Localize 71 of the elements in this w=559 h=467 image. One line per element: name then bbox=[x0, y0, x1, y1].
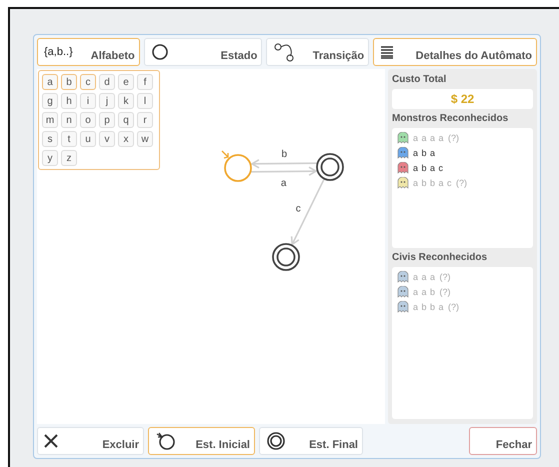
unknown-note: (?) bbox=[448, 302, 460, 312]
letter-key[interactable]: h bbox=[61, 93, 77, 109]
close-button[interactable]: Fechar bbox=[469, 427, 537, 455]
alphabet-button[interactable]: {a,b..} Alfabeto bbox=[37, 38, 140, 66]
initial-button[interactable]: Est. Inicial bbox=[148, 427, 255, 455]
section-title: Custo Total bbox=[392, 74, 448, 85]
unknown-note: (?) bbox=[440, 287, 451, 297]
letter-key[interactable]: l bbox=[137, 93, 153, 109]
transition-arrow bbox=[251, 166, 318, 176]
alphabet-icon: {a,b..} bbox=[44, 46, 73, 58]
word-text: a a b bbox=[413, 287, 436, 297]
word-text: a b a bbox=[413, 148, 436, 158]
unknown-note: (?) bbox=[456, 178, 468, 188]
ghost-icon bbox=[397, 132, 409, 144]
final-state[interactable] bbox=[316, 153, 344, 181]
delete-button[interactable]: Excluir bbox=[37, 427, 144, 455]
letter-key[interactable]: c bbox=[80, 74, 96, 90]
letter-key[interactable]: b bbox=[61, 74, 77, 90]
letter-key[interactable]: a bbox=[42, 74, 58, 90]
transition-label: b bbox=[282, 149, 288, 160]
word-text: a a a a bbox=[413, 133, 444, 143]
word-text: a a a bbox=[413, 272, 436, 282]
letter-key[interactable]: x bbox=[118, 131, 134, 147]
letter-key[interactable]: g bbox=[42, 93, 58, 109]
final-button[interactable]: Est. Final bbox=[259, 427, 363, 455]
letter-key[interactable]: t bbox=[61, 131, 77, 147]
letter-key[interactable]: e bbox=[118, 74, 134, 90]
letter-key[interactable]: o bbox=[80, 112, 96, 128]
letter-key[interactable]: f bbox=[137, 74, 153, 90]
letter-key[interactable]: v bbox=[99, 131, 115, 147]
letter-key[interactable]: d bbox=[99, 74, 115, 90]
cost-value: $ 22 bbox=[392, 89, 533, 109]
letter-key[interactable]: q bbox=[118, 112, 134, 128]
transition-arrow bbox=[250, 159, 317, 168]
letter-key[interactable]: m bbox=[42, 112, 58, 128]
state-button[interactable]: Estado bbox=[144, 38, 262, 66]
double-circle-icon bbox=[266, 431, 286, 451]
unknown-note: (?) bbox=[448, 133, 460, 143]
initial-state-icon bbox=[155, 431, 177, 451]
letter-key[interactable]: y bbox=[42, 150, 58, 166]
section-title: Monstros Reconhecidos bbox=[392, 113, 510, 124]
list-icon bbox=[380, 45, 394, 59]
word-text: a b a c bbox=[413, 163, 444, 173]
details-button[interactable]: Detalhes do Autômato bbox=[373, 38, 537, 66]
letter-key[interactable]: z bbox=[61, 150, 77, 166]
letter-key[interactable]: j bbox=[99, 93, 115, 109]
close-icon bbox=[44, 434, 58, 448]
circle-icon bbox=[150, 43, 169, 61]
ghost-icon bbox=[397, 301, 409, 313]
ghost-icon bbox=[397, 271, 409, 283]
ghost-icon bbox=[397, 162, 409, 174]
letter-key[interactable]: i bbox=[80, 93, 96, 109]
letter-key[interactable]: k bbox=[118, 93, 134, 109]
letter-key[interactable]: r bbox=[137, 112, 153, 128]
ghost-icon bbox=[397, 147, 409, 159]
final-state[interactable] bbox=[272, 243, 300, 271]
section-title: Civis Reconhecidos bbox=[392, 252, 488, 263]
transition-button[interactable]: Transição bbox=[266, 38, 370, 66]
letter-key[interactable]: w bbox=[137, 131, 153, 147]
transition-arrow bbox=[290, 178, 325, 246]
letter-key[interactable]: n bbox=[61, 112, 77, 128]
transition-label: a bbox=[280, 178, 286, 189]
unknown-note: (?) bbox=[440, 272, 451, 282]
letter-key[interactable]: s bbox=[42, 131, 58, 147]
letter-key[interactable]: u bbox=[80, 131, 96, 147]
letter-key[interactable]: p bbox=[99, 112, 115, 128]
ghost-icon bbox=[397, 286, 409, 298]
transition-label: c bbox=[296, 204, 301, 215]
ghost-icon bbox=[397, 177, 409, 189]
word-text: a b b a bbox=[413, 302, 444, 312]
word-text: a b b a c bbox=[413, 178, 452, 188]
